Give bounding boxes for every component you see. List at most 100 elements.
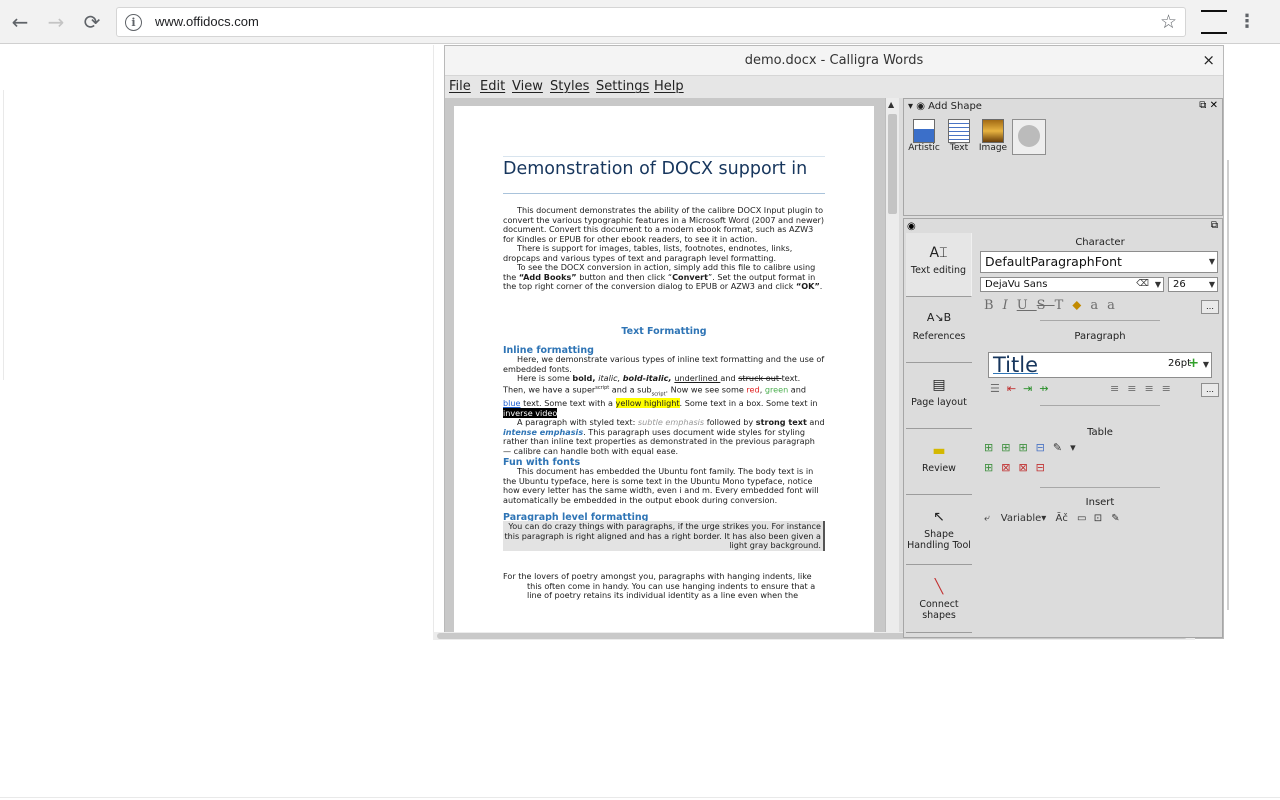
chevron-down-icon: ▼ [1154,280,1161,289]
split-cells-icon[interactable]: ⊟ [1036,461,1053,474]
font-family-select[interactable]: DejaVu Sans ⌫ ▼ [980,277,1164,292]
insert-table-below-icon[interactable]: ⊞ [984,461,1001,474]
font-size-select[interactable]: 26 ▼ [1168,277,1218,292]
insert-toolbar: ⤶ Variable▾ Āč ▭ ⊡ ✎ [984,513,1120,524]
menu-view[interactable]: View [512,79,543,94]
docker-float-icon[interactable]: ⧉ [1211,220,1218,231]
insert-section-icon[interactable]: ⊡ [1094,513,1102,524]
page-break-icon[interactable]: ▭ [1077,513,1086,524]
docker-float-close-icon[interactable]: ⧉ ✕ [1199,100,1218,111]
window-close-icon[interactable]: × [1202,51,1215,69]
fonts-paragraph[interactable]: This document has embedded the Ubuntu fo… [503,466,825,505]
menu-styles[interactable]: Styles [550,79,589,94]
font-size-value: 26 [1173,279,1186,290]
page-scrollbar[interactable] [1227,160,1229,610]
insert-column-icon[interactable]: ⊞ [1018,441,1035,454]
docker-lock-icon[interactable]: ◉ [907,221,916,232]
menu-file[interactable]: File [449,79,471,94]
pointer-icon: ↖ [933,509,945,525]
document-canvas[interactable]: Demonstration of DOCX support in This do… [445,98,885,638]
doc-paragraph-intro[interactable]: This document demonstrates the ability o… [503,205,825,292]
align-right-icon[interactable]: ≡ [1144,382,1161,395]
paragraph-align-toolbar: ≡≡≡≡ [1110,382,1179,395]
reload-icon[interactable]: ⟳ [80,10,104,34]
tab-text-editing[interactable]: A⌶ Text editing [906,233,972,297]
menu-edit[interactable]: Edit [480,79,505,94]
align-justify-icon[interactable]: ≡ [1162,382,1179,395]
underline-icon[interactable]: U [1017,298,1037,313]
inline-paragraph-2: Here is some bold, italic, bold-italic, … [503,373,825,418]
tab-shape-handling[interactable]: ↖ Shape Handling Tool [906,497,972,565]
extension-icon[interactable] [1201,10,1227,34]
paragraph-divider [1040,405,1160,406]
insert-table-icon[interactable]: ⊞ [984,441,1001,454]
character-style-value: DefaultParagraphFont [985,254,1122,269]
border-tool-icon[interactable]: ✎▾ [1053,441,1084,454]
menu-help[interactable]: Help [654,79,684,94]
tab-review[interactable]: ▬ Review [906,431,972,495]
text-run: and [806,417,825,428]
align-left-icon[interactable]: ≡ [1110,382,1127,395]
insert-row-icon[interactable]: ⊞ [1001,441,1018,454]
inline-paragraph-3: A paragraph with styled text: subtle emp… [503,418,825,456]
bookmark-star-icon[interactable]: ☆ [1160,11,1177,33]
hanging-indent-paragraph[interactable]: For the lovers of poetry amongst you, pa… [503,571,825,601]
insert-note-icon[interactable]: ⤶ [984,513,990,524]
insert-link-icon[interactable]: ✎ [1111,513,1119,524]
document-vertical-scrollbar[interactable]: ▲ [885,98,899,638]
scroll-thumb[interactable] [888,114,897,214]
special-character-icon[interactable]: Āč [1056,513,1068,524]
more-paragraph-options-button[interactable]: … [1201,383,1219,397]
text-style-icon[interactable]: T [1055,298,1073,313]
text-run: and [720,373,739,383]
tab-page-layout[interactable]: ▤ Page layout [906,365,972,429]
insert-variable-button[interactable]: Variable [1001,513,1042,524]
strikethrough-icon[interactable]: S [1037,298,1055,313]
shape-artistic[interactable]: Artistic [907,119,941,159]
section-heading: Text Formatting [621,326,707,337]
url-text[interactable]: www.offidocs.com [155,14,259,29]
subscript-icon[interactable]: a [1107,298,1124,313]
delete-row-icon[interactable]: ⊠ [1001,461,1018,474]
shape-text-label: Text [949,143,969,153]
forward-icon[interactable]: → [44,10,68,34]
more-shapes-button[interactable] [1012,119,1046,155]
table-section-title: Table [1087,427,1113,438]
align-center-icon[interactable]: ≡ [1127,382,1144,395]
shape-text[interactable]: Text [942,119,976,159]
more-character-options-button[interactable]: … [1201,300,1219,314]
increase-indent-icon[interactable]: ⇥ [1023,382,1039,395]
references-icon: A↘B [926,311,952,324]
italic-icon[interactable]: I [1003,298,1017,313]
back-icon[interactable]: ← [8,10,32,34]
tab-connect-shapes[interactable]: ╲ Connect shapes [906,567,972,633]
tab-page-layout-label: Page layout [911,397,967,408]
paragraph-style-select[interactable]: Title 26pt + ▼ [988,352,1212,378]
superscript-icon[interactable]: a [1090,298,1107,313]
menu-bar: File Edit View Styles Settings Help [445,76,1223,98]
clear-icon[interactable]: ⌫ [1136,278,1149,291]
site-info-icon[interactable]: i [125,14,142,31]
menu-settings[interactable]: Settings [596,79,649,94]
browser-menu-icon[interactable]: ⋮ [1238,10,1256,34]
scroll-up-arrow-icon[interactable]: ▲ [888,100,894,109]
delete-column-icon[interactable]: ⊠ [1018,461,1035,474]
bullet-list-icon[interactable]: ☰ [990,382,1007,395]
tab-references[interactable]: A↘B References [906,299,972,363]
font-family-value: DejaVu Sans [985,279,1048,290]
document-page[interactable]: Demonstration of DOCX support in This do… [454,106,874,638]
character-style-select[interactable]: DefaultParagraphFont ▼ [980,251,1218,273]
highlight-color-icon[interactable]: ⬥ [1072,298,1090,313]
merge-cells-icon[interactable]: ⊟ [1036,441,1053,454]
tool-options-docker: ◉ ⧉ A⌶ Text editing A↘B References ▤ Pag… [903,218,1223,638]
document-title[interactable]: Demonstration of DOCX support in [503,156,825,194]
shape-image[interactable]: Image [976,119,1010,159]
text-cursor-icon: A⌶ [929,245,948,261]
address-bar[interactable]: i www.offidocs.com ☆ [116,7,1186,37]
promote-icon[interactable]: ⇸ [1039,382,1055,395]
decrease-indent-icon[interactable]: ⇤ [1007,382,1023,395]
bold-icon[interactable]: B [984,298,1003,313]
add-style-icon[interactable]: + [1188,356,1199,371]
doc-paragraph-inline[interactable]: Here, we demonstrate various types of in… [503,354,825,456]
right-aligned-paragraph[interactable]: You can do crazy things with paragraphs,… [503,521,821,551]
